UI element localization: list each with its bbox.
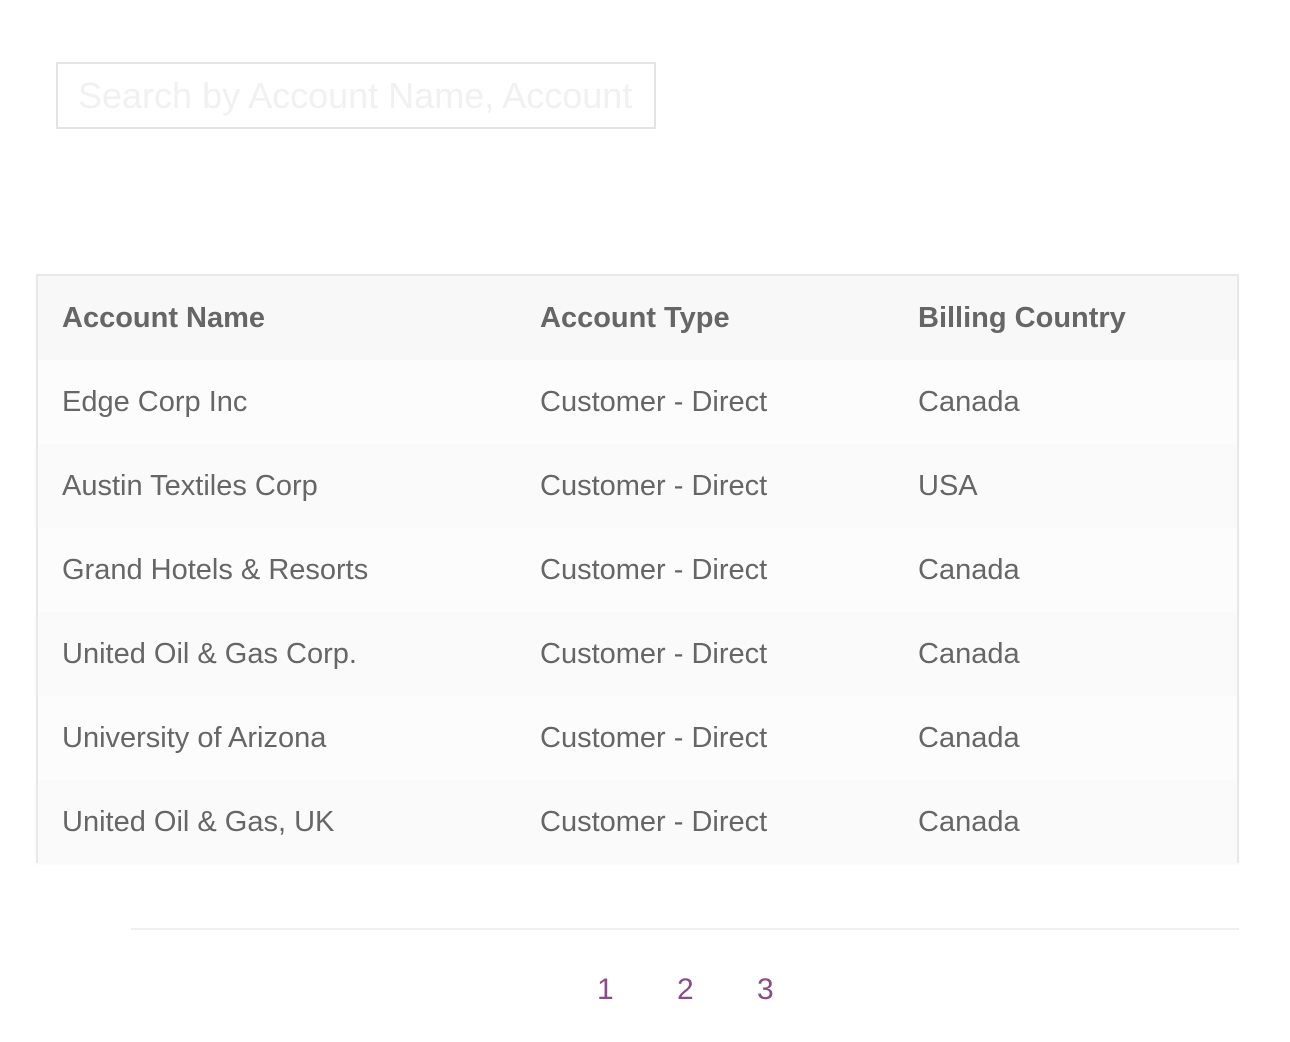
page-link-1[interactable]: 1 [597, 968, 614, 1012]
table-row[interactable]: Austin Textiles Corp Customer - Direct U… [38, 444, 1237, 528]
column-header-account-type[interactable]: Account Type [516, 276, 894, 360]
search-box [56, 62, 656, 129]
cell-account-type: Customer - Direct [540, 385, 768, 418]
table-header: Account Name Account Type Billing Countr… [38, 276, 1237, 360]
pagination-divider [131, 928, 1239, 930]
cell-account-type: Customer - Direct [540, 553, 768, 586]
column-header-billing-country[interactable]: Billing Country [894, 276, 1237, 360]
table-row[interactable]: University of Arizona Customer - Direct … [38, 696, 1237, 780]
cell-account-name: University of Arizona [62, 721, 327, 754]
search-input[interactable] [58, 64, 654, 127]
page-link-3[interactable]: 3 [757, 968, 774, 1012]
cell-account-name: United Oil & Gas, UK [62, 805, 335, 838]
cell-account-name: Grand Hotels & Resorts [62, 553, 369, 586]
table-body: Edge Corp Inc Customer - Direct Canada A… [38, 360, 1237, 864]
cell-account-type: Customer - Direct [540, 721, 768, 754]
column-header-account-name[interactable]: Account Name [38, 276, 516, 360]
cell-billing-country: USA [918, 469, 978, 502]
accounts-table-card: Account Name Account Type Billing Countr… [36, 274, 1239, 864]
table-header-row: Account Name Account Type Billing Countr… [38, 276, 1237, 360]
cell-account-type: Customer - Direct [540, 805, 768, 838]
cell-account-name: United Oil & Gas Corp. [62, 637, 357, 670]
table-row[interactable]: Edge Corp Inc Customer - Direct Canada [38, 360, 1237, 444]
cell-billing-country: Canada [918, 637, 1020, 670]
cell-account-name: Edge Corp Inc [62, 385, 248, 418]
accounts-table: Account Name Account Type Billing Countr… [38, 276, 1237, 864]
cell-billing-country: Canada [918, 385, 1020, 418]
cell-account-type: Customer - Direct [540, 469, 768, 502]
cell-billing-country: Canada [918, 553, 1020, 586]
cell-billing-country: Canada [918, 805, 1020, 838]
page-link-2[interactable]: 2 [677, 968, 694, 1012]
table-row[interactable]: Grand Hotels & Resorts Customer - Direct… [38, 528, 1237, 612]
table-row[interactable]: United Oil & Gas Corp. Customer - Direct… [38, 612, 1237, 696]
table-row[interactable]: United Oil & Gas, UK Customer - Direct C… [38, 780, 1237, 864]
cell-account-type: Customer - Direct [540, 637, 768, 670]
page: Account Name Account Type Billing Countr… [0, 0, 1290, 1042]
pagination: 1 2 3 [0, 968, 1290, 1012]
cell-account-name: Austin Textiles Corp [62, 469, 318, 502]
cell-billing-country: Canada [918, 721, 1020, 754]
